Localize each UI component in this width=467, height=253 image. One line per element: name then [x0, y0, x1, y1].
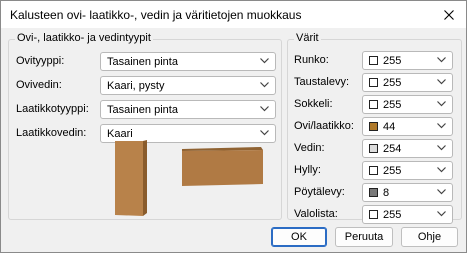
color-swatch: [369, 78, 378, 87]
light-strip-color-label: Valolista:: [294, 208, 338, 220]
chevron-down-icon: [260, 82, 269, 88]
door-preview-image: [115, 140, 147, 216]
handle-color-select[interactable]: 254: [362, 139, 453, 158]
cancel-button[interactable]: Peruuta: [335, 227, 393, 247]
chevron-down-icon: [437, 189, 446, 195]
door-type-label: Ovityyppi:: [16, 55, 65, 67]
dialog-window: Kalusteen ovi- laatikko-, vedin ja värit…: [0, 0, 467, 253]
shelf-color-label: Hylly:: [294, 164, 321, 176]
door-drawer-color-select[interactable]: 44: [362, 117, 453, 136]
color-swatch: [369, 210, 378, 219]
chevron-down-icon: [437, 167, 446, 173]
door-type-value: Tasainen pinta: [107, 56, 178, 68]
chevron-down-icon: [437, 145, 446, 151]
title-bar: Kalusteen ovi- laatikko-, vedin ja värit…: [1, 1, 466, 28]
close-icon: [444, 9, 454, 20]
handle-color-label: Vedin:: [294, 142, 325, 154]
drawer-handle-value: Kaari: [107, 128, 133, 140]
chevron-down-icon: [437, 79, 446, 85]
ok-button[interactable]: OK: [271, 227, 327, 247]
handle-color-value: 254: [383, 143, 402, 155]
chevron-down-icon: [437, 57, 446, 63]
door-drawer-color-value: 44: [383, 121, 396, 133]
help-button[interactable]: Ohje: [401, 227, 458, 247]
plinth-color-select[interactable]: 255: [362, 95, 453, 114]
shelf-color-value: 255: [383, 165, 402, 177]
body-color-value: 255: [383, 55, 402, 67]
color-swatch: [369, 122, 378, 131]
chevron-down-icon: [437, 123, 446, 129]
colors-group: Värit Runko: 255 Taustalevy: 255 Sokkeli: 255…: [287, 32, 462, 224]
countertop-color-select[interactable]: 8: [362, 183, 453, 202]
drawer-type-label: Laatikkotyyppi:: [16, 103, 89, 115]
window-title: Kalusteen ovi- laatikko-, vedin ja värit…: [10, 8, 302, 22]
light-strip-color-select[interactable]: 255: [362, 205, 453, 224]
drawer-preview-image: [182, 147, 263, 186]
chevron-down-icon: [260, 130, 269, 136]
colors-group-title: Värit: [294, 32, 321, 44]
chevron-down-icon: [260, 58, 269, 64]
back-panel-color-value: 255: [383, 77, 402, 89]
color-swatch: [369, 100, 378, 109]
chevron-down-icon: [437, 211, 446, 217]
shelf-color-select[interactable]: 255: [362, 161, 453, 180]
chevron-down-icon: [437, 101, 446, 107]
plinth-color-label: Sokkeli:: [294, 98, 333, 110]
color-swatch: [369, 166, 378, 175]
drawer-type-value: Tasainen pinta: [107, 104, 178, 116]
type-settings-group: Ovi-, laatikko- ja vedintyypit Ovityyppi…: [8, 32, 282, 220]
countertop-color-label: Pöytälevy:: [294, 186, 345, 198]
door-handle-label: Ovivedin:: [16, 79, 62, 91]
countertop-color-value: 8: [383, 187, 390, 199]
body-color-label: Runko:: [294, 54, 329, 66]
chevron-down-icon: [260, 106, 269, 112]
color-swatch: [369, 56, 378, 65]
color-swatch: [369, 144, 378, 153]
drawer-type-select[interactable]: Tasainen pinta: [100, 100, 276, 119]
door-type-select[interactable]: Tasainen pinta: [100, 52, 276, 71]
type-settings-group-title: Ovi-, laatikko- ja vedintyypit: [15, 32, 153, 44]
body-color-select[interactable]: 255: [362, 51, 453, 70]
door-drawer-color-label: Ovi/laatikko:: [294, 120, 354, 132]
color-swatch: [369, 188, 378, 197]
door-handle-select[interactable]: Kaari, pysty: [100, 76, 276, 95]
drawer-handle-label: Laatikkovedin:: [16, 127, 87, 139]
close-button[interactable]: [432, 1, 466, 28]
door-handle-value: Kaari, pysty: [107, 80, 165, 92]
back-panel-color-label: Taustalevy:: [294, 76, 350, 88]
light-strip-color-value: 255: [383, 209, 402, 221]
back-panel-color-select[interactable]: 255: [362, 73, 453, 92]
plinth-color-value: 255: [383, 99, 402, 111]
